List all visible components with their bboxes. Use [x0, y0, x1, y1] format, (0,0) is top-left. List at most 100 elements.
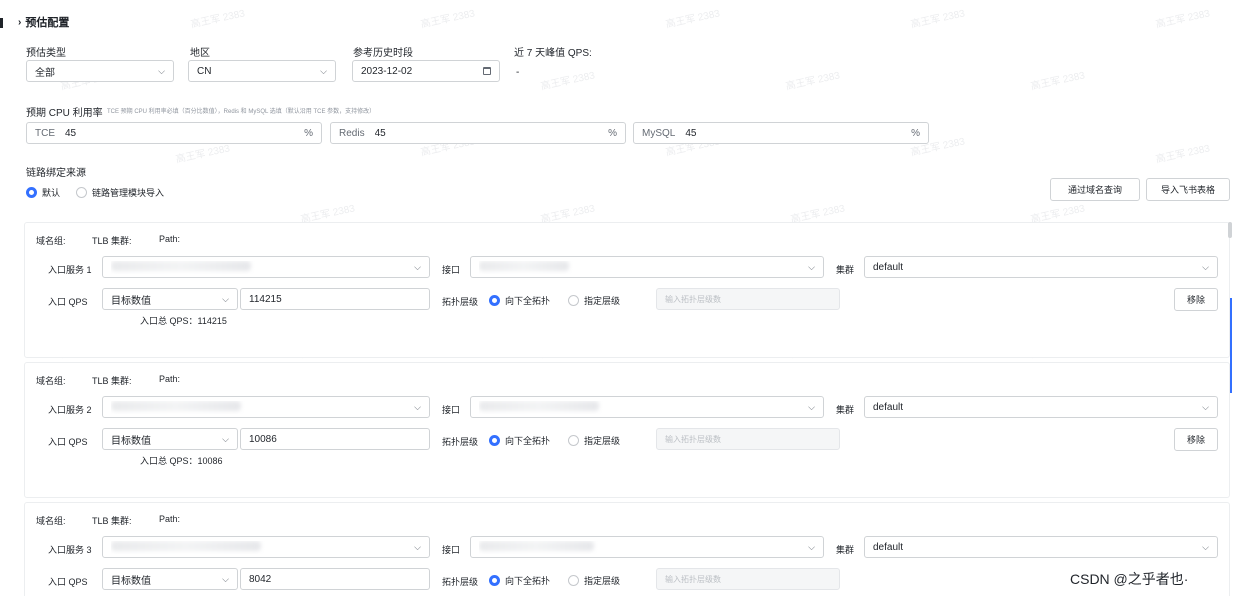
qps-value: 114215	[249, 293, 282, 305]
history-period-label: 参考历史时段	[353, 48, 413, 59]
radio-link-import-label: 链路管理模块导入	[92, 188, 165, 198]
region-label: 地区	[190, 48, 210, 59]
cluster-select[interactable]: default ⌵	[864, 536, 1218, 558]
path-label: Path:	[159, 374, 181, 384]
topology-level-input[interactable]: 输入拓扑层级数	[656, 288, 840, 310]
radio-default[interactable]: 默认	[26, 186, 60, 199]
percent-suffix: %	[304, 127, 313, 139]
mysql-cpu-input[interactable]: MySQL 45 %	[633, 122, 929, 144]
section-title: 预估配置	[25, 17, 70, 29]
topology-level-placeholder: 输入拓扑层级数	[665, 434, 721, 444]
qps-value-input[interactable]: 114215	[240, 288, 430, 310]
topology-level-input[interactable]: 输入拓扑层级数	[656, 428, 840, 450]
radio-checked-icon	[489, 575, 500, 586]
cluster-label: 集群	[836, 265, 855, 275]
watermark: 高王军 2383	[1154, 143, 1211, 166]
chevron-down-icon: ⌵	[1202, 261, 1209, 272]
section-header[interactable]: › 预估配置	[18, 14, 69, 30]
tlb-cluster-label: TLB 集群:	[92, 516, 132, 526]
topology-level-label: 拓扑层级	[442, 577, 479, 587]
remove-button[interactable]: 移除	[1174, 428, 1218, 451]
cluster-value: default	[873, 541, 904, 553]
topology-level-label: 拓扑层级	[442, 297, 479, 307]
radio-unchecked-icon	[76, 187, 87, 198]
watermark: 高王军 2383	[1154, 8, 1211, 31]
qps-mode-value: 目标数值	[111, 575, 151, 587]
radio-unchecked-icon	[568, 575, 579, 586]
radio-unchecked-icon	[568, 295, 579, 306]
qps-mode-select[interactable]: 目标数值 ⌵	[102, 428, 238, 450]
redis-value: 45	[374, 127, 386, 139]
topology-level-input[interactable]: 输入拓扑层级数	[656, 568, 840, 590]
radio-topology-all[interactable]: 向下全拓扑	[489, 434, 550, 447]
radio-topology-specific[interactable]: 指定层级	[568, 574, 620, 587]
chevron-down-icon: ⌵	[808, 261, 815, 272]
qps-mode-value: 目标数值	[111, 295, 151, 307]
tce-prefix: TCE	[35, 127, 55, 139]
entry-service-select[interactable]: ⌵	[102, 396, 430, 418]
port-label: 接口	[442, 545, 461, 555]
qps-mode-value: 目标数值	[111, 435, 151, 447]
qps-mode-select[interactable]: 目标数值 ⌵	[102, 568, 238, 590]
port-label: 接口	[442, 405, 461, 415]
redis-cpu-input[interactable]: Redis 45 %	[330, 122, 626, 144]
radio-topology-all-label: 向下全拓扑	[505, 296, 551, 306]
domain-query-button[interactable]: 通过域名查询	[1050, 178, 1140, 201]
chevron-down-icon: ⌵	[808, 401, 815, 412]
topology-level-placeholder: 输入拓扑层级数	[665, 294, 721, 304]
domain-group-label: 域名组:	[36, 516, 66, 526]
chevron-down-icon: ⌵	[1202, 541, 1209, 552]
link-source-label: 链路绑定来源	[26, 168, 86, 179]
cluster-select[interactable]: default ⌵	[864, 396, 1218, 418]
calendar-icon	[483, 67, 491, 75]
port-select[interactable]: ⌵	[470, 396, 824, 418]
cluster-select[interactable]: default ⌵	[864, 256, 1218, 278]
watermark: 高王军 2383	[419, 8, 476, 31]
entry-service-label: 入口服务 3	[48, 545, 92, 555]
watermark: 高王军 2383	[664, 8, 721, 31]
radio-link-import[interactable]: 链路管理模块导入	[76, 186, 164, 199]
cluster-label: 集群	[836, 405, 855, 415]
port-label: 接口	[442, 265, 461, 275]
qps-value-input[interactable]: 10086	[240, 428, 430, 450]
mysql-prefix: MySQL	[642, 127, 676, 139]
entry-service-select[interactable]: ⌵	[102, 256, 430, 278]
radio-topology-all-label: 向下全拓扑	[505, 436, 551, 446]
watermark: 高王军 2383	[539, 70, 596, 93]
cluster-value: default	[873, 261, 904, 273]
chevron-right-icon: ›	[18, 16, 22, 28]
qps-value: 10086	[249, 433, 277, 445]
qps-mode-select[interactable]: 目标数值 ⌵	[102, 288, 238, 310]
region-select[interactable]: CN ⌵	[188, 60, 336, 82]
entry-service-label: 入口服务 2	[48, 405, 92, 415]
domain-group-label: 域名组:	[36, 236, 66, 246]
radio-topology-all[interactable]: 向下全拓扑	[489, 294, 550, 307]
cluster-label: 集群	[836, 545, 855, 555]
scrollbar-thumb[interactable]	[1228, 222, 1232, 238]
history-date-value: 2023-12-02	[361, 65, 413, 77]
redacted-text	[111, 540, 261, 551]
chevron-down-icon: ⌵	[1202, 401, 1209, 412]
entry-service-label: 入口服务 1	[48, 265, 92, 275]
percent-suffix: %	[608, 127, 617, 139]
peak-qps-value: -	[516, 67, 520, 78]
history-date-picker[interactable]: 2023-12-02	[352, 60, 500, 82]
remove-button[interactable]: 移除	[1174, 288, 1218, 311]
port-select[interactable]: ⌵	[470, 536, 824, 558]
estimate-type-select[interactable]: 全部 ⌵	[26, 60, 174, 82]
estimate-type-label: 预估类型	[26, 48, 66, 59]
radio-topology-specific[interactable]: 指定层级	[568, 434, 620, 447]
qps-value-input[interactable]: 8042	[240, 568, 430, 590]
radio-topology-all[interactable]: 向下全拓扑	[489, 574, 550, 587]
import-sheet-button[interactable]: 导入飞书表格	[1146, 178, 1230, 201]
redacted-text	[479, 260, 569, 271]
scrollbar-track[interactable]	[1230, 298, 1232, 393]
port-select[interactable]: ⌵	[470, 256, 824, 278]
tce-cpu-input[interactable]: TCE 45 %	[26, 122, 322, 144]
radio-topology-specific[interactable]: 指定层级	[568, 294, 620, 307]
entry-service-select[interactable]: ⌵	[102, 536, 430, 558]
chevron-down-icon: ⌵	[222, 293, 229, 304]
redis-prefix: Redis	[339, 127, 365, 139]
chevron-down-icon: ⌵	[158, 65, 165, 76]
tlb-cluster-label: TLB 集群:	[92, 236, 132, 246]
